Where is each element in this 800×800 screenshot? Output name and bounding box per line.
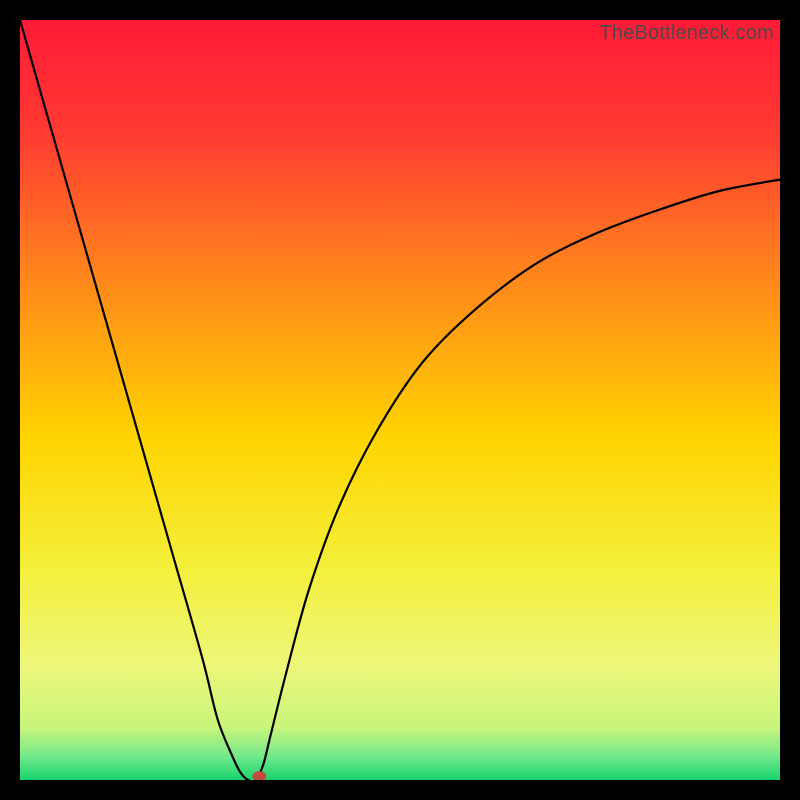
chart-svg xyxy=(20,20,780,780)
gradient-background xyxy=(20,20,780,780)
chart-frame: TheBottleneck.com xyxy=(20,20,780,780)
